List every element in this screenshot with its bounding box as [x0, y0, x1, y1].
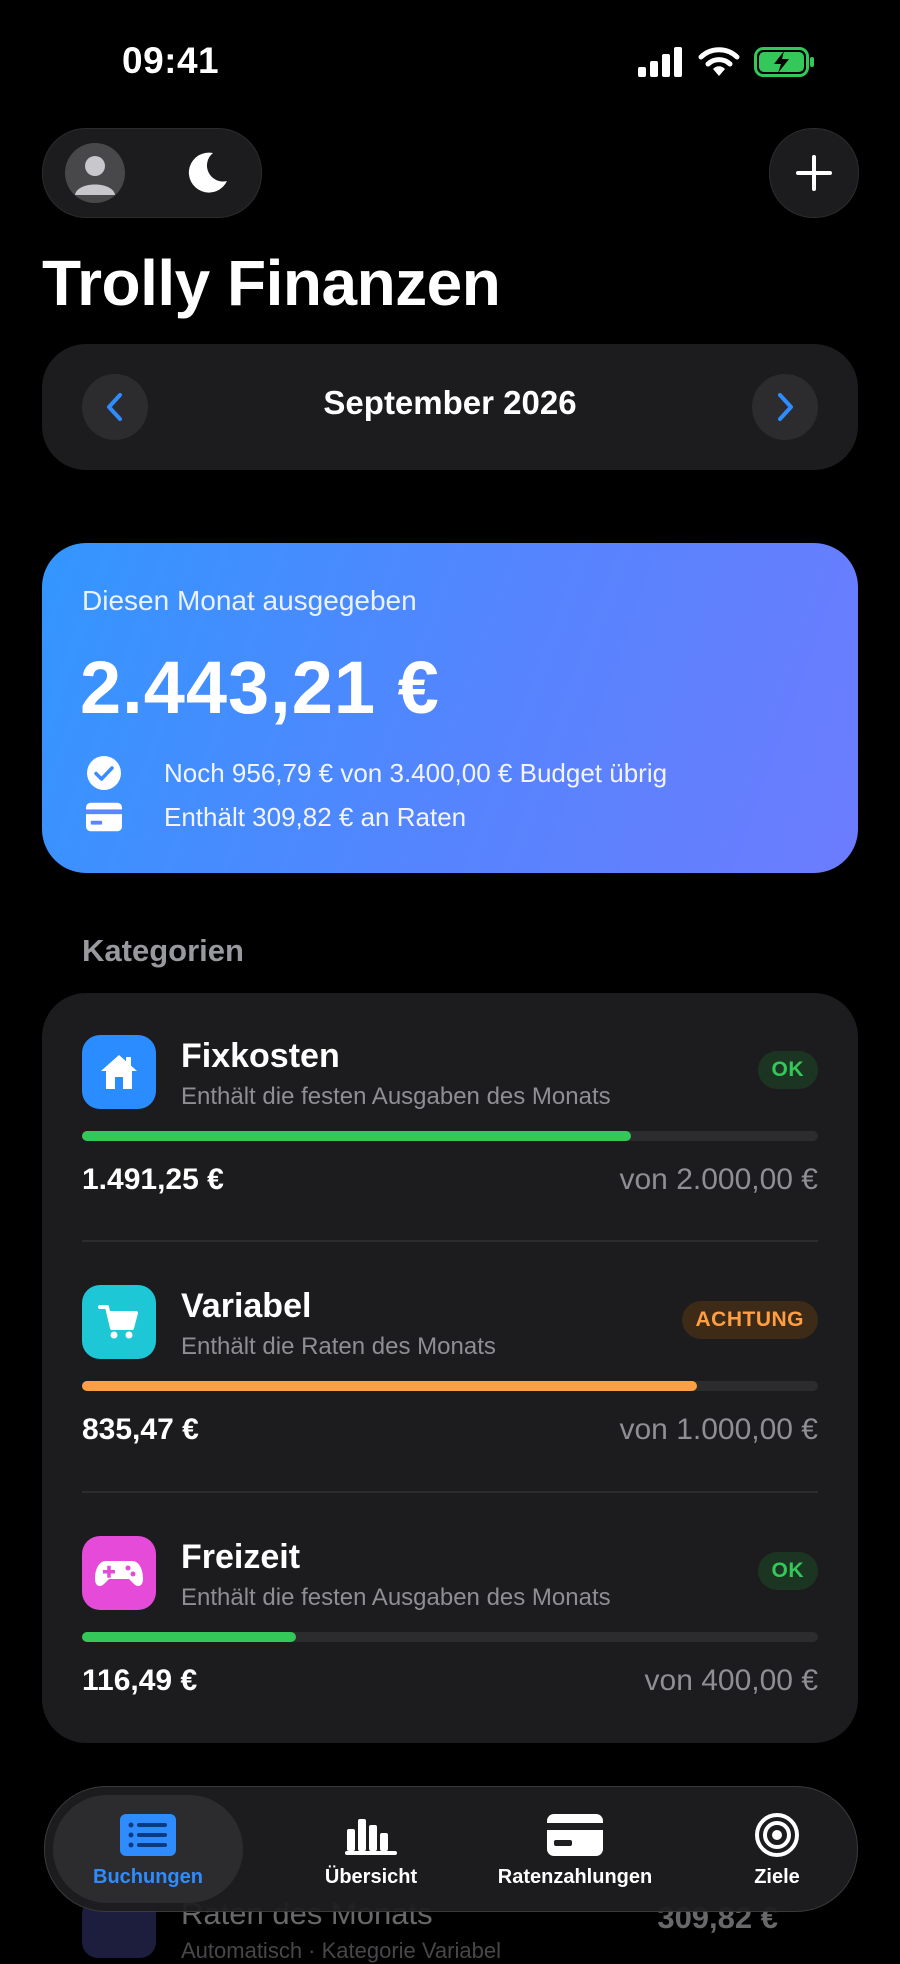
gamepad-icon [82, 1536, 156, 1610]
cellular-signal-icon [638, 47, 682, 77]
budget-remaining-row: Noch 956,79 € von 3.400,00 € Budget übri… [86, 755, 667, 791]
status-icons [638, 46, 816, 78]
checkmark-circle-icon [86, 755, 122, 791]
rates-row: Enthält 309,82 € an Raten [86, 799, 466, 835]
tab-label: Ratenzahlungen [497, 1865, 653, 1888]
category-amount: 1.491,25 € [82, 1163, 224, 1196]
category-limit: von 1.000,00 € [619, 1413, 818, 1446]
profile-theme-toggle [42, 128, 262, 218]
category-name: Freizeit [181, 1538, 301, 1576]
tab-buchungen[interactable]: Buchungen [53, 1795, 243, 1903]
rates-text: Enthält 309,82 € an Raten [164, 801, 467, 832]
category-limit: von 400,00 € [644, 1664, 818, 1697]
add-button[interactable] [769, 128, 859, 218]
chevron-right-icon [778, 393, 793, 421]
plus-icon [796, 155, 832, 191]
person-icon [75, 156, 115, 195]
progress-track [82, 1131, 818, 1141]
next-month-button[interactable] [752, 374, 818, 440]
bar-chart-icon [345, 1810, 397, 1860]
category-fixkosten[interactable]: Fixkosten Enthält die festen Ausgaben de… [82, 993, 818, 1196]
summary-label: Diesen Monat ausgegeben [82, 585, 417, 616]
avatar[interactable] [65, 143, 125, 203]
page-title: Trolly Finanzen [42, 247, 501, 319]
status-badge: OK [757, 1051, 818, 1089]
progress-track [82, 1381, 818, 1391]
category-description: Enthält die Raten des Monats [181, 1333, 496, 1360]
category-variabel[interactable]: Variabel Enthält die Raten des Monats AC… [82, 1243, 818, 1446]
house-icon [82, 1035, 156, 1109]
categories-heading: Kategorien [82, 933, 244, 968]
tab-uebersicht[interactable]: Übersicht [281, 1787, 461, 1911]
category-description: Enthält die festen Ausgaben des Monats [181, 1584, 611, 1611]
credit-card-icon [86, 799, 122, 835]
list-icon [120, 1810, 176, 1860]
tab-label: Ziele [754, 1865, 800, 1888]
budget-remaining-text: Noch 956,79 € von 3.400,00 € Budget übri… [164, 757, 668, 788]
category-name: Fixkosten [181, 1037, 340, 1075]
list-item-subtitle: Automatisch · Kategorie Variabel [181, 1938, 501, 1963]
status-badge: OK [757, 1552, 818, 1590]
progress-fill [82, 1131, 632, 1141]
progress-fill [82, 1381, 697, 1391]
category-description: Enthält die festen Ausgaben des Monats [181, 1083, 611, 1110]
tab-bar: Buchungen Übersicht Ratenzahlungen Ziele [44, 1786, 858, 1912]
category-name: Variabel [181, 1287, 312, 1325]
moon-icon[interactable] [183, 149, 231, 202]
target-icon [754, 1810, 800, 1860]
monthly-summary-card[interactable]: Diesen Monat ausgegeben 2.443,21 € Noch … [42, 543, 858, 873]
credit-card-icon [547, 1810, 603, 1860]
divider [82, 1240, 818, 1242]
progress-fill [82, 1632, 297, 1642]
category-freizeit[interactable]: Freizeit Enthält die festen Ausgaben des… [82, 1494, 818, 1697]
month-selector: September 2026 [42, 344, 858, 470]
summary-amount: 2.443,21 € [80, 646, 440, 729]
category-amount: 116,49 € [82, 1664, 198, 1697]
status-time: 09:41 [122, 40, 220, 81]
cart-icon [82, 1285, 156, 1359]
tab-ratenzahlungen[interactable]: Ratenzahlungen [465, 1787, 685, 1911]
battery-charging-icon [754, 47, 814, 77]
category-limit: von 2.000,00 € [619, 1163, 818, 1196]
tab-label: Buchungen [93, 1865, 203, 1888]
tab-ziele[interactable]: Ziele [707, 1787, 847, 1911]
month-label: September 2026 [323, 384, 577, 421]
status-badge: ACHTUNG [681, 1301, 818, 1339]
categories-card: Fixkosten Enthält die festen Ausgaben de… [42, 993, 858, 1743]
wifi-icon [698, 47, 740, 76]
category-amount: 835,47 € [82, 1413, 199, 1446]
tab-label: Übersicht [324, 1865, 418, 1888]
progress-track [82, 1632, 818, 1642]
divider [82, 1491, 818, 1493]
